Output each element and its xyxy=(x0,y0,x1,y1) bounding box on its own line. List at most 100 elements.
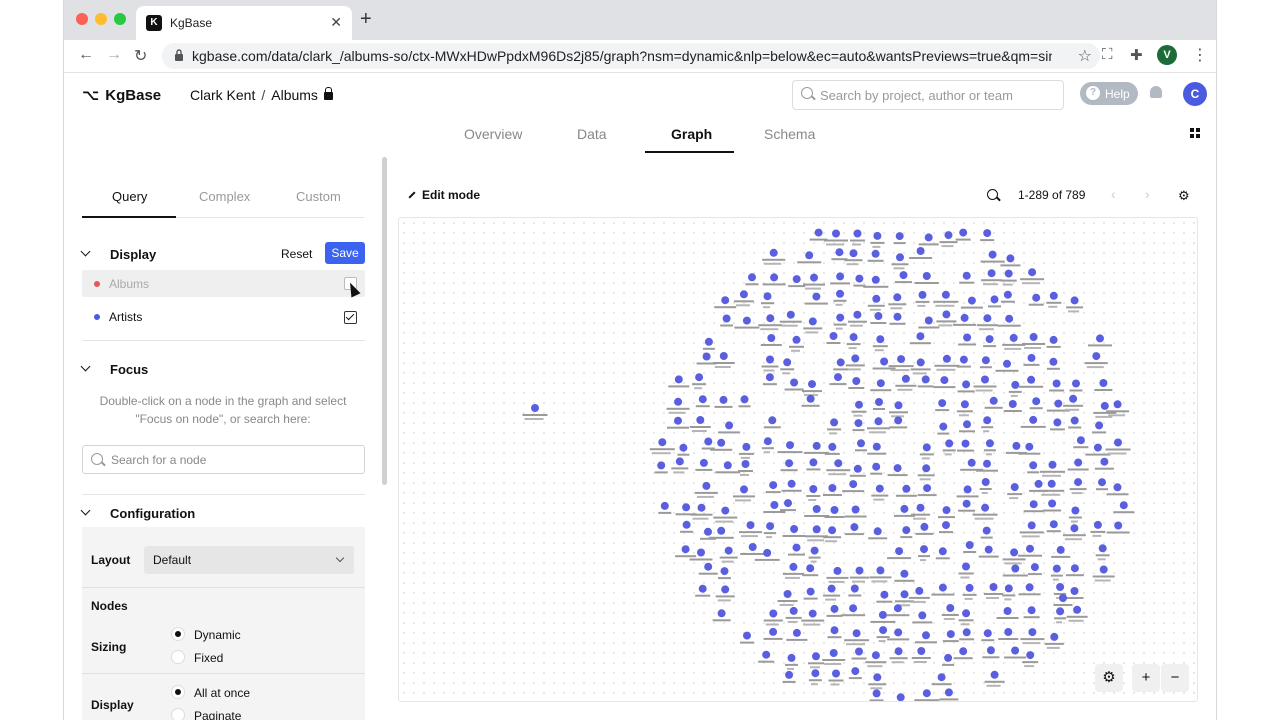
graph-node[interactable] xyxy=(1032,397,1041,406)
back-icon[interactable]: ← xyxy=(78,46,94,64)
graph-node[interactable] xyxy=(1059,594,1067,602)
graph-node[interactable] xyxy=(899,271,908,280)
graph-node[interactable] xyxy=(717,438,726,447)
graph-node[interactable] xyxy=(876,335,885,344)
graph-node[interactable] xyxy=(944,231,953,240)
graph-node[interactable] xyxy=(790,378,799,387)
graph-node[interactable] xyxy=(1050,632,1059,641)
graph-node[interactable] xyxy=(1100,457,1109,466)
graph-node[interactable] xyxy=(895,547,904,556)
graph-node[interactable] xyxy=(876,566,885,575)
graph-node[interactable] xyxy=(704,562,713,571)
graph-node[interactable] xyxy=(1073,605,1082,614)
chevron-down-icon[interactable] xyxy=(80,361,91,372)
artists-checkbox[interactable] xyxy=(344,311,357,324)
notifications-bell-icon[interactable] xyxy=(1150,86,1162,98)
graph-node[interactable] xyxy=(1074,458,1083,467)
graph-node[interactable] xyxy=(923,484,932,493)
graph-node[interactable] xyxy=(1049,291,1058,300)
graph-node[interactable] xyxy=(937,673,946,682)
graph-node[interactable] xyxy=(697,503,706,512)
graph-node[interactable] xyxy=(1004,269,1013,278)
graph-node[interactable] xyxy=(984,545,993,554)
graph-node[interactable] xyxy=(811,669,820,678)
graph-node[interactable] xyxy=(880,590,889,599)
graph-node[interactable] xyxy=(1096,334,1104,343)
graph-node[interactable] xyxy=(967,458,976,467)
graph-node[interactable] xyxy=(721,585,730,594)
graph-node[interactable] xyxy=(1070,416,1079,425)
graph-node[interactable] xyxy=(1100,401,1109,410)
graph-node[interactable] xyxy=(743,631,751,640)
graph-node[interactable] xyxy=(1011,646,1020,655)
graph-node[interactable] xyxy=(962,609,971,618)
panel-scrollbar[interactable] xyxy=(382,157,387,485)
graph-node[interactable] xyxy=(851,354,860,363)
graph-node[interactable] xyxy=(792,335,801,344)
graph-node[interactable] xyxy=(1028,268,1037,277)
graph-node[interactable] xyxy=(1056,545,1065,554)
graph-node[interactable] xyxy=(876,379,885,388)
graph-node[interactable] xyxy=(1003,359,1011,368)
graph-node[interactable] xyxy=(983,229,992,238)
graph-node[interactable] xyxy=(962,628,971,637)
graph-node[interactable] xyxy=(872,689,881,698)
graph-node[interactable] xyxy=(1026,544,1034,553)
graph-node[interactable] xyxy=(872,442,881,451)
graph-node[interactable] xyxy=(724,546,733,555)
graph-node[interactable] xyxy=(875,484,884,493)
graph-node[interactable] xyxy=(675,457,684,466)
graph-node[interactable] xyxy=(852,629,861,638)
graph-node[interactable] xyxy=(916,358,925,367)
graph-node[interactable] xyxy=(1010,548,1019,557)
chevron-down-icon[interactable] xyxy=(80,505,91,516)
graph-node[interactable] xyxy=(1012,441,1021,450)
graph-node[interactable] xyxy=(849,480,858,489)
type-row-albums[interactable]: Albums xyxy=(82,270,365,297)
graph-node[interactable] xyxy=(944,653,953,662)
graph-node[interactable] xyxy=(742,316,751,325)
graph-node[interactable] xyxy=(1003,607,1012,615)
graph-node[interactable] xyxy=(920,545,928,554)
graph-node[interactable] xyxy=(766,522,775,531)
graph-node[interactable] xyxy=(1011,564,1020,573)
graph-node[interactable] xyxy=(1029,461,1038,470)
graph-node[interactable] xyxy=(924,316,933,325)
graph-node[interactable] xyxy=(704,437,713,446)
graph-node[interactable] xyxy=(770,273,779,282)
graph-node[interactable] xyxy=(790,525,799,533)
layout-select[interactable]: Default xyxy=(144,546,354,574)
graph-node[interactable] xyxy=(918,611,927,620)
graph-node[interactable] xyxy=(1074,478,1083,487)
graph-node[interactable] xyxy=(833,566,842,575)
graph-node[interactable] xyxy=(1027,606,1036,615)
graph-node[interactable] xyxy=(981,375,989,384)
graph-node[interactable] xyxy=(762,650,771,659)
graph-node[interactable] xyxy=(702,481,711,490)
graph-node[interactable] xyxy=(723,461,732,470)
graph-node[interactable] xyxy=(1098,478,1106,487)
graph-node[interactable] xyxy=(960,400,969,409)
graph-node[interactable] xyxy=(1113,400,1122,409)
zoom-in-button[interactable]: + xyxy=(1132,664,1160,692)
graph-node[interactable] xyxy=(763,437,772,446)
graph-node[interactable] xyxy=(1098,544,1107,553)
graph-node[interactable] xyxy=(917,647,926,655)
graph-node[interactable] xyxy=(981,478,990,486)
graph-node[interactable] xyxy=(922,272,931,280)
graph-node[interactable] xyxy=(808,317,817,326)
graph-node[interactable] xyxy=(719,352,728,360)
graph-node[interactable] xyxy=(874,417,883,426)
graph-node[interactable] xyxy=(808,380,816,389)
graph-node[interactable] xyxy=(1070,587,1079,595)
graph-node[interactable] xyxy=(1032,293,1041,302)
graph-node[interactable] xyxy=(879,626,888,635)
graph-node[interactable] xyxy=(967,296,976,305)
graph-node[interactable] xyxy=(894,628,903,637)
next-page-icon[interactable]: › xyxy=(1145,186,1150,202)
sizing-fixed-radio[interactable] xyxy=(171,650,185,664)
graph-node[interactable] xyxy=(938,583,947,592)
graph-node[interactable] xyxy=(960,313,969,322)
graph-node[interactable] xyxy=(990,670,999,679)
graph-node[interactable] xyxy=(679,443,688,452)
